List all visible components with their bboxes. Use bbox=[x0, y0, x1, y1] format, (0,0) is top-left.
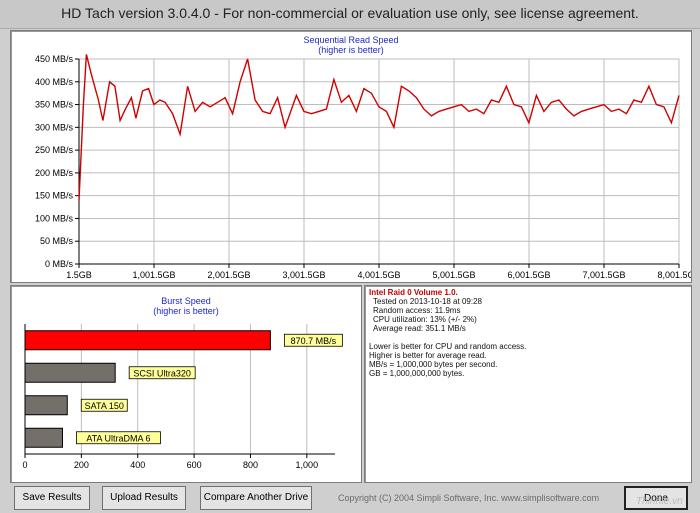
x-tick-label: 4,001.5GB bbox=[357, 270, 400, 280]
average-read: Average read: 351.1 MB/s bbox=[373, 324, 466, 333]
burst-bar bbox=[24, 395, 68, 416]
x-tick-label: 5,001.5GB bbox=[432, 270, 475, 280]
copyright-text: Copyright (C) 2004 Simpli Software, Inc.… bbox=[338, 493, 600, 503]
x-tick-label: 8,001.5GB bbox=[657, 270, 691, 280]
x-tick-label: 200 bbox=[74, 460, 89, 470]
burst-speed-panel: Burst Speed (higher is better) 0 200 400 60… bbox=[10, 285, 362, 483]
save-results-button[interactable]: Save Results bbox=[14, 486, 90, 510]
x-tick-label: 600 bbox=[187, 460, 202, 470]
y-tick-label: 400 MB/s bbox=[35, 77, 74, 87]
y-tick-label: 0 MB/s bbox=[45, 259, 74, 269]
y-tick-label: 50 MB/s bbox=[40, 236, 74, 246]
y-tick-label: 150 MB/s bbox=[35, 191, 74, 201]
y-tick-label: 300 MB/s bbox=[35, 122, 74, 132]
title-bar: HD Tach version 3.0.4.0 - For non-commer… bbox=[0, 0, 700, 29]
x-tick-label: 3,001.5GB bbox=[282, 270, 325, 280]
x-tick-label: 6,001.5GB bbox=[507, 270, 550, 280]
burst-bar-label: 870.7 MB/s bbox=[291, 336, 337, 346]
random-access: Random access: 11.9ms bbox=[373, 306, 461, 315]
note-line-2: Higher is better for average read. bbox=[369, 351, 487, 360]
y-tick-label: 200 MB/s bbox=[35, 168, 74, 178]
y-tick-label: 450 MB/s bbox=[35, 54, 74, 64]
x-tick-label: 1.5GB bbox=[66, 270, 92, 280]
x-tick-label: 1,000 bbox=[296, 460, 319, 470]
tested-date: Tested on 2013-10-18 at 09:28 bbox=[373, 297, 482, 306]
note-line-3: MB/s = 1,000,000 bytes per second. bbox=[369, 360, 498, 369]
burst-bar bbox=[24, 330, 271, 351]
y-tick-label: 350 MB/s bbox=[35, 100, 74, 110]
window-title: HD Tach version 3.0.4.0 - For non-commer… bbox=[61, 5, 639, 21]
note-line-4: GB = 1,000,000,000 bytes. bbox=[369, 369, 465, 378]
burst-bar-label: SATA 150 bbox=[85, 401, 124, 411]
x-tick-label: 800 bbox=[243, 460, 258, 470]
upload-results-button[interactable]: Upload Results bbox=[102, 486, 186, 510]
burst-bar-label: ATA UltraDMA 6 bbox=[86, 433, 150, 443]
cpu-utilization: CPU utilization: 13% (+/- 2%) bbox=[373, 315, 477, 324]
burst-bar bbox=[24, 427, 63, 448]
sequential-read-chart: 0 MB/s 50 MB/s 100 MB/s 150 MB/s 200 MB/s 250… bbox=[35, 54, 691, 280]
note-line-1: Lower is better for CPU and random acces… bbox=[369, 342, 527, 351]
y-tick-label: 100 MB/s bbox=[35, 213, 74, 223]
burst-speed-chart: 0 200 400 600 800 1,000 870.7 MB/s SCSI Ultra32… bbox=[22, 324, 343, 470]
y-tick-label: 250 MB/s bbox=[35, 145, 74, 155]
burst-bar-label: SCSI Ultra320 bbox=[133, 368, 191, 378]
x-tick-label: 400 bbox=[130, 460, 145, 470]
compare-drive-button[interactable]: Compare Another Drive bbox=[200, 486, 312, 510]
x-tick-label: 1,001.5GB bbox=[132, 270, 175, 280]
x-tick-label: 0 bbox=[22, 460, 27, 470]
x-tick-label: 2,001.5GB bbox=[207, 270, 250, 280]
burst-bar bbox=[24, 362, 116, 383]
results-info-text: Intel Raid 0 Volume 1.0. Tested on 2013-… bbox=[369, 288, 526, 378]
drive-name: Intel Raid 0 Volume 1.0. bbox=[369, 288, 458, 297]
results-info-panel: Intel Raid 0 Volume 1.0. Tested on 2013-… bbox=[364, 285, 692, 483]
watermark: Thinhte.vn bbox=[636, 496, 683, 507]
sequential-read-panel: Sequential Read Speed (higher is better)… bbox=[10, 30, 692, 283]
x-tick-label: 7,001.5GB bbox=[582, 270, 625, 280]
